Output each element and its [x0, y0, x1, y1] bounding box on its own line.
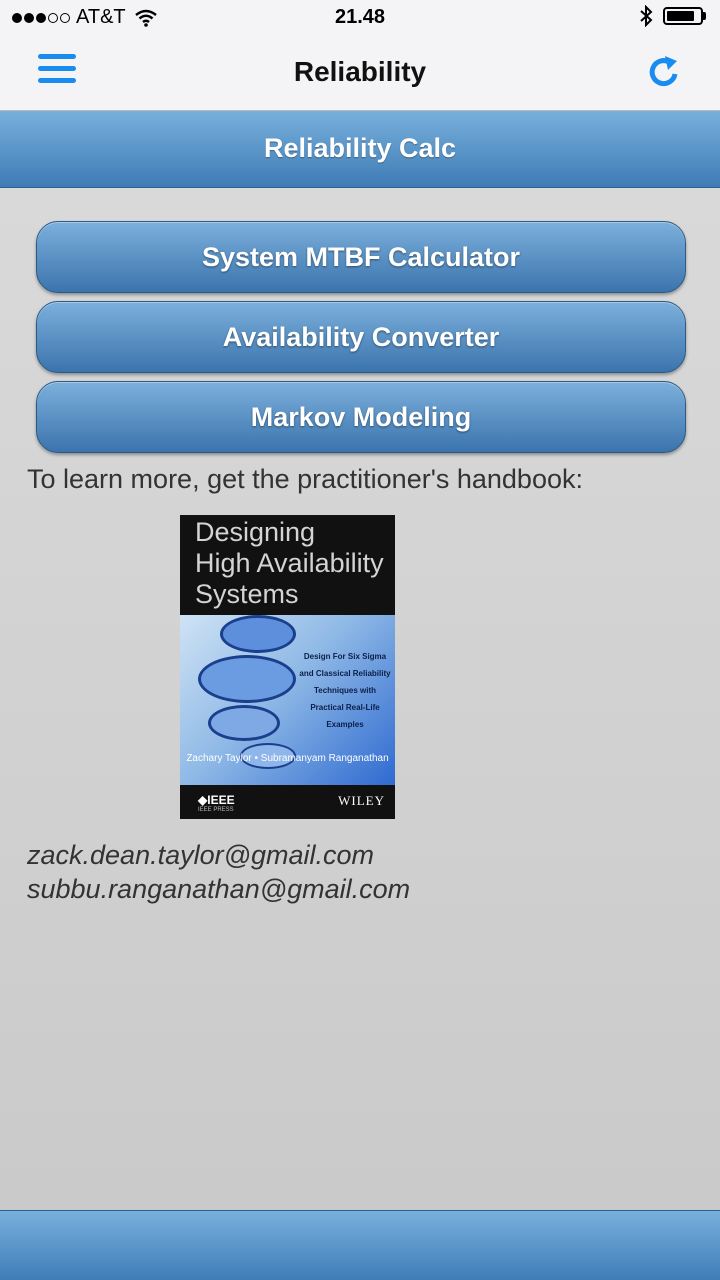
refresh-icon[interactable] — [644, 52, 684, 92]
book-cover-image[interactable]: Designing High Availability Systems Desi… — [180, 515, 395, 819]
ieee-press-label: IEEE PRESS — [198, 807, 234, 813]
bottom-toolbar — [0, 1210, 720, 1280]
status-bar: AT&T 21.48 — [0, 0, 720, 36]
email-link-subbu[interactable]: subbu.ranganathan@gmail.com — [27, 874, 410, 905]
book-tagline: Design For Six Sigma and Classical Relia… — [299, 652, 391, 729]
status-time: 21.48 — [334, 6, 386, 28]
handbook-intro-text: To learn more, get the practitioner's ha… — [27, 464, 583, 494]
wiley-logo: WILEY — [338, 793, 385, 808]
book-authors: Zachary Taylor • Subramanyam Ranganathan — [186, 753, 389, 764]
header-band: Reliability Calc — [0, 111, 720, 188]
nav-title: Reliability — [293, 56, 427, 87]
availability-converter-button[interactable]: Availability Converter — [36, 301, 686, 373]
bluetooth-icon — [640, 5, 653, 27]
system-mtbf-calculator-button[interactable]: System MTBF Calculator — [36, 221, 686, 293]
header-title: Reliability Calc — [263, 133, 457, 163]
markov-modeling-button[interactable]: Markov Modeling — [36, 381, 686, 453]
battery-icon — [663, 7, 703, 25]
email-link-zack[interactable]: zack.dean.taylor@gmail.com — [27, 840, 374, 871]
book-title: Designing High Availability Systems — [195, 517, 384, 609]
navigation-bar: Reliability — [0, 36, 720, 111]
ieee-logo: ◆IEEE — [198, 793, 235, 807]
status-right — [639, 5, 706, 27]
